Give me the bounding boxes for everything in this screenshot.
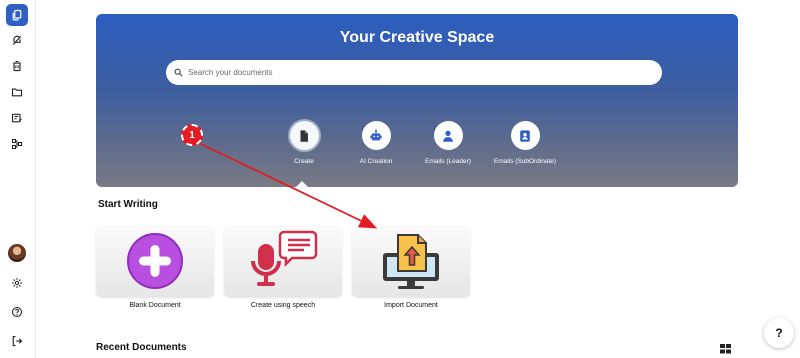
emails-subordinate-action-circle[interactable] [510,121,540,150]
search-bar[interactable] [166,60,662,85]
annotation-step-badge: 1 [181,124,203,146]
sidebar-documents-button[interactable] [6,4,28,26]
recent-documents-title: Recent Documents [96,342,187,353]
plus-circle-icon [127,233,183,289]
creative-space-hero: Your Creative Space Create AI Creation E… [96,14,738,187]
bell-off-icon [12,35,22,45]
import-monitor-icon [383,234,439,289]
blank-document-label: Blank Document [129,302,181,309]
robot-icon [370,129,382,140]
sidebar-folder-button[interactable] [6,81,28,103]
folder-icon [11,88,23,97]
file-icon [300,129,308,142]
emails-leader-action-circle[interactable] [433,121,463,150]
documents-icon [12,9,22,21]
blank-document-card[interactable] [96,225,214,297]
sidebar-templates-button[interactable] [6,107,28,129]
sidebar-settings-button[interactable] [6,272,28,294]
search-input[interactable] [188,68,648,77]
user-badge-icon [443,130,453,142]
sidebar-notifications-button[interactable] [6,29,28,51]
sidebar-workflow-button[interactable] [6,133,28,155]
speech-document-label: Create using speech [250,302,316,309]
floating-help-button[interactable]: ? [764,318,794,348]
contact-card-icon [520,129,530,142]
trash-icon [13,61,21,72]
help-circle-icon [11,306,23,318]
create-action-circle[interactable] [289,121,319,150]
import-document-label: Import Document [384,302,438,309]
user-avatar[interactable] [8,244,26,262]
gear-icon [12,278,22,288]
ai-creation-action-circle[interactable] [361,121,391,150]
sidebar-trash-button[interactable] [6,55,28,77]
emails-subordinate-action-label: Emails (SubOrdinate) [493,158,557,165]
import-document-card[interactable] [352,225,470,297]
sidebar [0,0,36,358]
logout-icon [12,335,23,347]
hero-title: Your Creative Space [339,29,495,46]
sidebar-help-button[interactable] [6,301,28,323]
search-icon [174,68,183,77]
grid-view-icon[interactable] [720,344,731,354]
start-writing-title: Start Writing [98,199,158,210]
edit-document-icon [11,113,22,123]
sidebar-logout-button[interactable] [6,330,28,352]
workflow-icon [11,138,23,150]
emails-subordinate-action[interactable]: Emails (SubOrdinate) [480,121,570,165]
microphone-icon [251,230,318,286]
selected-action-pointer [296,181,308,187]
speech-document-card[interactable] [224,225,342,297]
